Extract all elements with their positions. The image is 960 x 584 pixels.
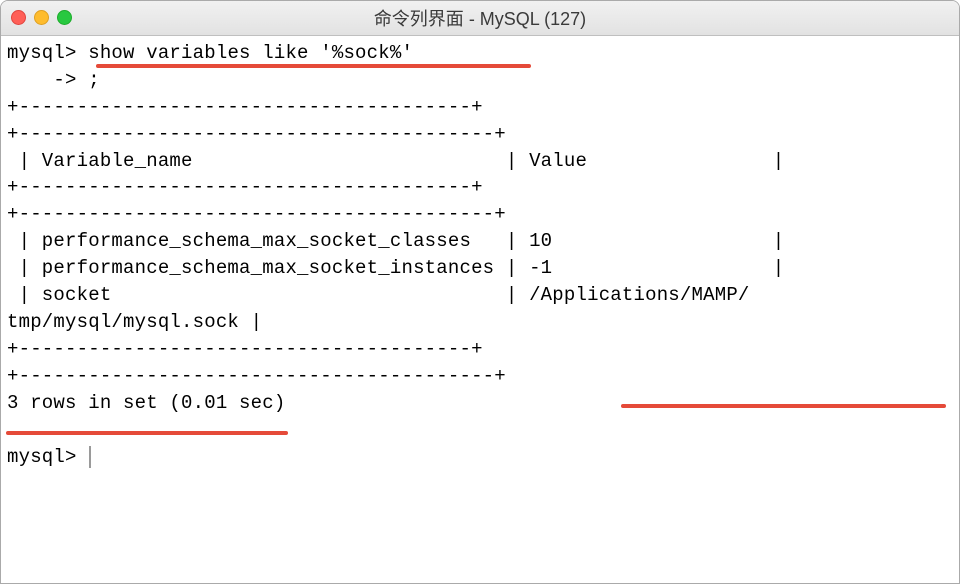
highlight-underline <box>96 64 531 68</box>
table-border: +---------------------------------------… <box>7 338 483 360</box>
cursor <box>89 446 91 468</box>
table-border: +---------------------------------------… <box>7 176 483 198</box>
prompt: mysql> <box>7 42 88 64</box>
sql-command: show variables like '%sock%' <box>88 42 413 64</box>
result-footer: 3 rows in set (0.01 sec) <box>7 392 285 414</box>
highlight-underline <box>621 404 946 408</box>
window-title: 命令列界面 - MySQL (127) <box>1 5 959 31</box>
table-border: +---------------------------------------… <box>7 96 483 118</box>
titlebar[interactable]: 命令列界面 - MySQL (127) <box>1 1 959 36</box>
continuation-line: -> ; <box>7 69 100 91</box>
table-border: +---------------------------------------… <box>7 203 506 225</box>
table-border: +---------------------------------------… <box>7 123 506 145</box>
highlight-underline <box>6 431 288 435</box>
table-row-wrap: tmp/mysql/mysql.sock | <box>7 311 262 333</box>
terminal-content[interactable]: mysql> show variables like '%sock%' -> ;… <box>1 36 959 583</box>
table-border: +---------------------------------------… <box>7 365 506 387</box>
table-row: | performance_schema_max_socket_instance… <box>7 257 784 279</box>
terminal-window: 命令列界面 - MySQL (127) mysql> show variable… <box>0 0 960 584</box>
table-row: | socket | /Applications/MAMP/ <box>7 284 750 306</box>
table-header: | Variable_name | Value | <box>7 150 784 172</box>
table-row: | performance_schema_max_socket_classes … <box>7 230 784 252</box>
prompt: mysql> <box>7 446 88 468</box>
